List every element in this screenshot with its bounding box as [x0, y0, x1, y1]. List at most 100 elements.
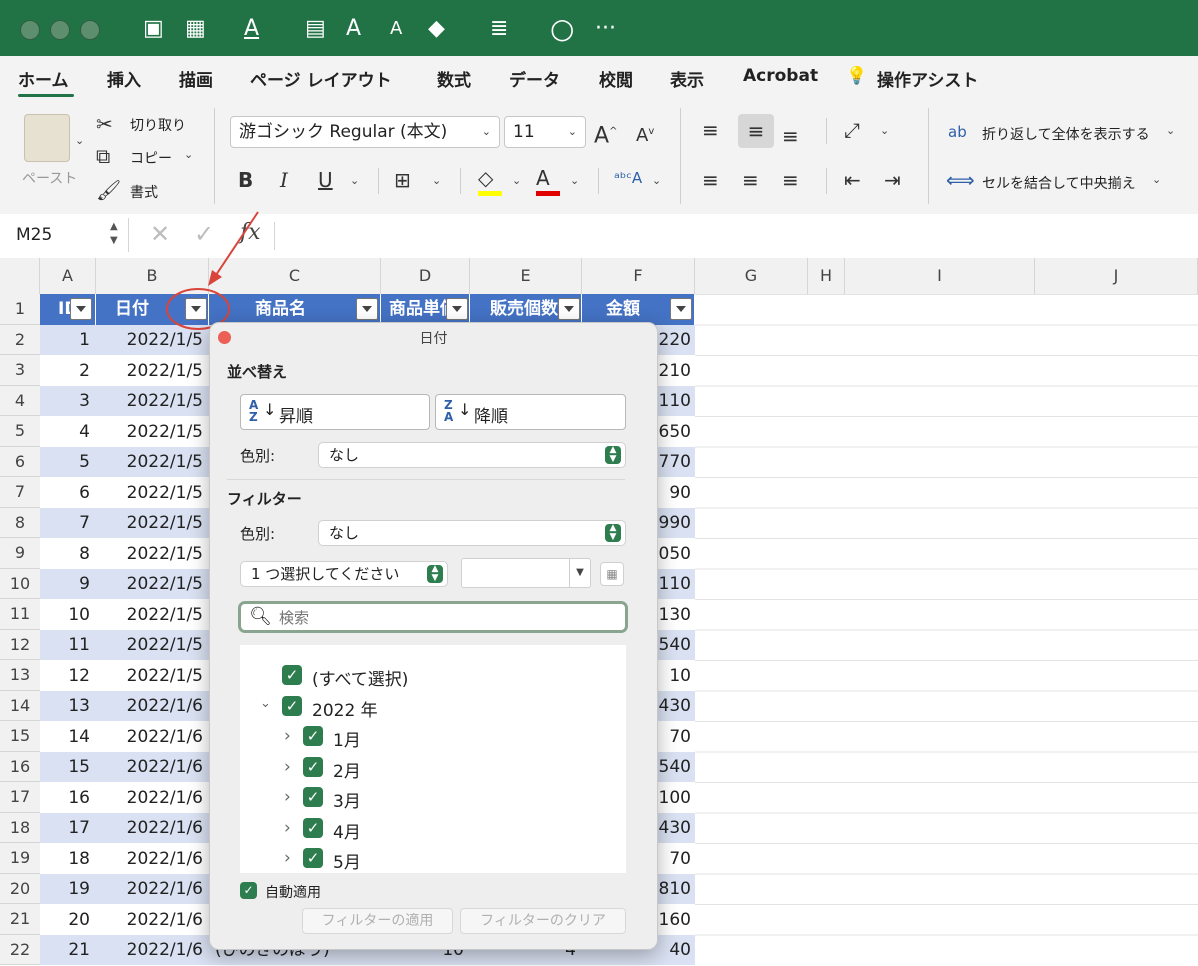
row-header[interactable]: 14 — [0, 690, 40, 721]
increase-font-size-icon[interactable]: A^ — [594, 118, 617, 150]
column-header-d[interactable]: D — [381, 258, 470, 294]
zoom-window-button[interactable] — [80, 20, 100, 40]
select-all-checkbox[interactable]: ✓ — [282, 665, 302, 685]
row-header[interactable]: 1 — [0, 294, 40, 325]
filter-dropdown-id[interactable] — [70, 298, 92, 320]
phonetic-guide-icon[interactable]: ᵃᵇᶜA — [614, 164, 642, 192]
fill-color-icon[interactable]: ◇ — [478, 164, 493, 192]
id-cell[interactable]: 1 — [40, 325, 96, 356]
date-cell[interactable]: 2022/1/5 — [96, 447, 209, 478]
search-input[interactable] — [277, 606, 621, 630]
date-cell[interactable]: 2022/1/5 — [96, 599, 209, 630]
chevron-right-icon[interactable]: › — [284, 726, 291, 746]
row-header[interactable]: 8 — [0, 507, 40, 538]
row-header[interactable]: 21 — [0, 904, 40, 935]
merge-chevron-down-icon[interactable]: ⌄ — [1152, 173, 1161, 186]
select-all-corner[interactable] — [0, 258, 40, 294]
decrease-indent-icon[interactable]: ⇤ — [844, 166, 861, 194]
filter-dropdown-product[interactable] — [356, 298, 378, 320]
column-header-g[interactable]: G — [695, 258, 808, 294]
date-cell[interactable]: 2022/1/5 — [96, 416, 209, 447]
increase-indent-icon[interactable]: ⇥ — [884, 166, 901, 194]
underline-button[interactable]: U — [318, 166, 333, 194]
id-cell[interactable]: 4 — [40, 416, 96, 447]
name-box-stepper-icon[interactable]: ▲ ▼ — [110, 220, 118, 248]
orientation-chevron-down-icon[interactable]: ⌄ — [880, 124, 889, 137]
condition-value-combobox[interactable]: ▼ — [461, 558, 591, 588]
row-header[interactable]: 19 — [0, 843, 40, 874]
borders-chevron-down-icon[interactable]: ⌄ — [432, 174, 441, 187]
close-window-button[interactable] — [20, 20, 40, 40]
tab-view[interactable]: 表示 — [670, 66, 704, 91]
underline-chevron-down-icon[interactable]: ⌄ — [350, 174, 359, 187]
id-cell[interactable]: 2 — [40, 355, 96, 386]
clear-filter-button[interactable]: フィルターのクリア — [460, 908, 626, 934]
wrap-text-chevron-down-icon[interactable]: ⌄ — [1166, 124, 1175, 137]
condition-select[interactable]: 1 つ選択してください ▲ ▼ — [240, 561, 448, 587]
chevron-down-icon[interactable]: ▼ — [569, 559, 590, 587]
date-cell[interactable]: 2022/1/6 — [96, 721, 209, 752]
id-cell[interactable]: 11 — [40, 630, 96, 661]
month-checkbox[interactable]: ✓ — [303, 848, 323, 868]
cut-button[interactable]: 切り取り — [130, 115, 186, 135]
row-header[interactable]: 7 — [0, 477, 40, 508]
date-cell[interactable]: 2022/1/5 — [96, 538, 209, 569]
row-header[interactable]: 5 — [0, 416, 40, 447]
row-header[interactable]: 11 — [0, 599, 40, 630]
font-color-icon[interactable]: A — [536, 164, 550, 192]
id-cell[interactable]: 5 — [40, 447, 96, 478]
date-cell[interactable]: 2022/1/5 — [96, 355, 209, 386]
apply-filter-button[interactable]: フィルターの適用 — [302, 908, 453, 934]
id-cell[interactable]: 18 — [40, 843, 96, 874]
id-cell[interactable]: 9 — [40, 569, 96, 600]
tab-acrobat[interactable]: Acrobat — [743, 66, 818, 86]
merge-center-button[interactable]: セルを結合して中央揃え — [982, 173, 1136, 193]
tab-page-layout[interactable]: ページ レイアウト — [250, 66, 392, 91]
chevron-right-icon[interactable]: › — [284, 787, 291, 807]
column-header-i[interactable]: I — [845, 258, 1035, 294]
increase-font-icon[interactable]: A — [346, 12, 361, 46]
row-header[interactable]: 15 — [0, 721, 40, 752]
format-painter-button[interactable]: 書式 — [130, 182, 158, 202]
bold-button[interactable]: B — [238, 166, 253, 194]
row-header[interactable]: 20 — [0, 873, 40, 904]
column-header-f[interactable]: F — [582, 258, 695, 294]
date-cell[interactable]: 2022/1/6 — [96, 935, 209, 966]
copy-chevron-down-icon[interactable]: ⌄ — [184, 148, 193, 161]
align-bottom-icon[interactable]: ≡ — [782, 122, 799, 150]
align-right-icon[interactable]: ≡ — [782, 166, 799, 194]
id-cell[interactable]: 7 — [40, 508, 96, 539]
tab-tell-me[interactable]: 操作アシスト — [877, 66, 978, 91]
id-cell[interactable]: 12 — [40, 660, 96, 691]
row-header[interactable]: 2 — [0, 324, 40, 355]
row-header[interactable]: 13 — [0, 660, 40, 691]
date-cell[interactable]: 2022/1/6 — [96, 904, 209, 935]
font-color-quick-icon[interactable]: A — [244, 12, 259, 46]
tab-draw[interactable]: 描画 — [179, 66, 213, 91]
row-header[interactable]: 6 — [0, 446, 40, 477]
wrap-text-button[interactable]: 折り返して全体を表示する — [982, 124, 1150, 144]
date-cell[interactable]: 2022/1/5 — [96, 477, 209, 508]
auto-apply-checkbox[interactable]: ✓ — [240, 882, 257, 899]
month-checkbox[interactable]: ✓ — [303, 757, 323, 777]
row-header[interactable]: 17 — [0, 782, 40, 813]
paste-chevron-down-icon[interactable]: ⌄ — [75, 134, 84, 147]
sort-color-select[interactable]: なし ▲ ▼ — [318, 442, 626, 468]
formula-input[interactable] — [280, 218, 1190, 252]
year-2022-checkbox[interactable]: ✓ — [282, 696, 302, 716]
column-header-j[interactable]: J — [1035, 258, 1198, 294]
row-header[interactable]: 12 — [0, 629, 40, 660]
id-cell[interactable]: 3 — [40, 386, 96, 417]
fill-color-chevron-down-icon[interactable]: ⌄ — [512, 174, 521, 187]
month-checkbox[interactable]: ✓ — [303, 726, 323, 746]
id-cell[interactable]: 17 — [40, 813, 96, 844]
paste-icon[interactable] — [24, 114, 70, 162]
id-cell[interactable]: 21 — [40, 935, 96, 966]
id-cell[interactable]: 13 — [40, 691, 96, 722]
font-color-chevron-down-icon[interactable]: ⌄ — [570, 174, 579, 187]
id-cell[interactable]: 10 — [40, 599, 96, 630]
align-left-icon[interactable]: ≡ — [702, 166, 719, 194]
chevron-down-icon[interactable]: ⌄ — [260, 696, 271, 711]
date-cell[interactable]: 2022/1/5 — [96, 630, 209, 661]
align-top-icon[interactable]: ≡ — [702, 116, 719, 144]
